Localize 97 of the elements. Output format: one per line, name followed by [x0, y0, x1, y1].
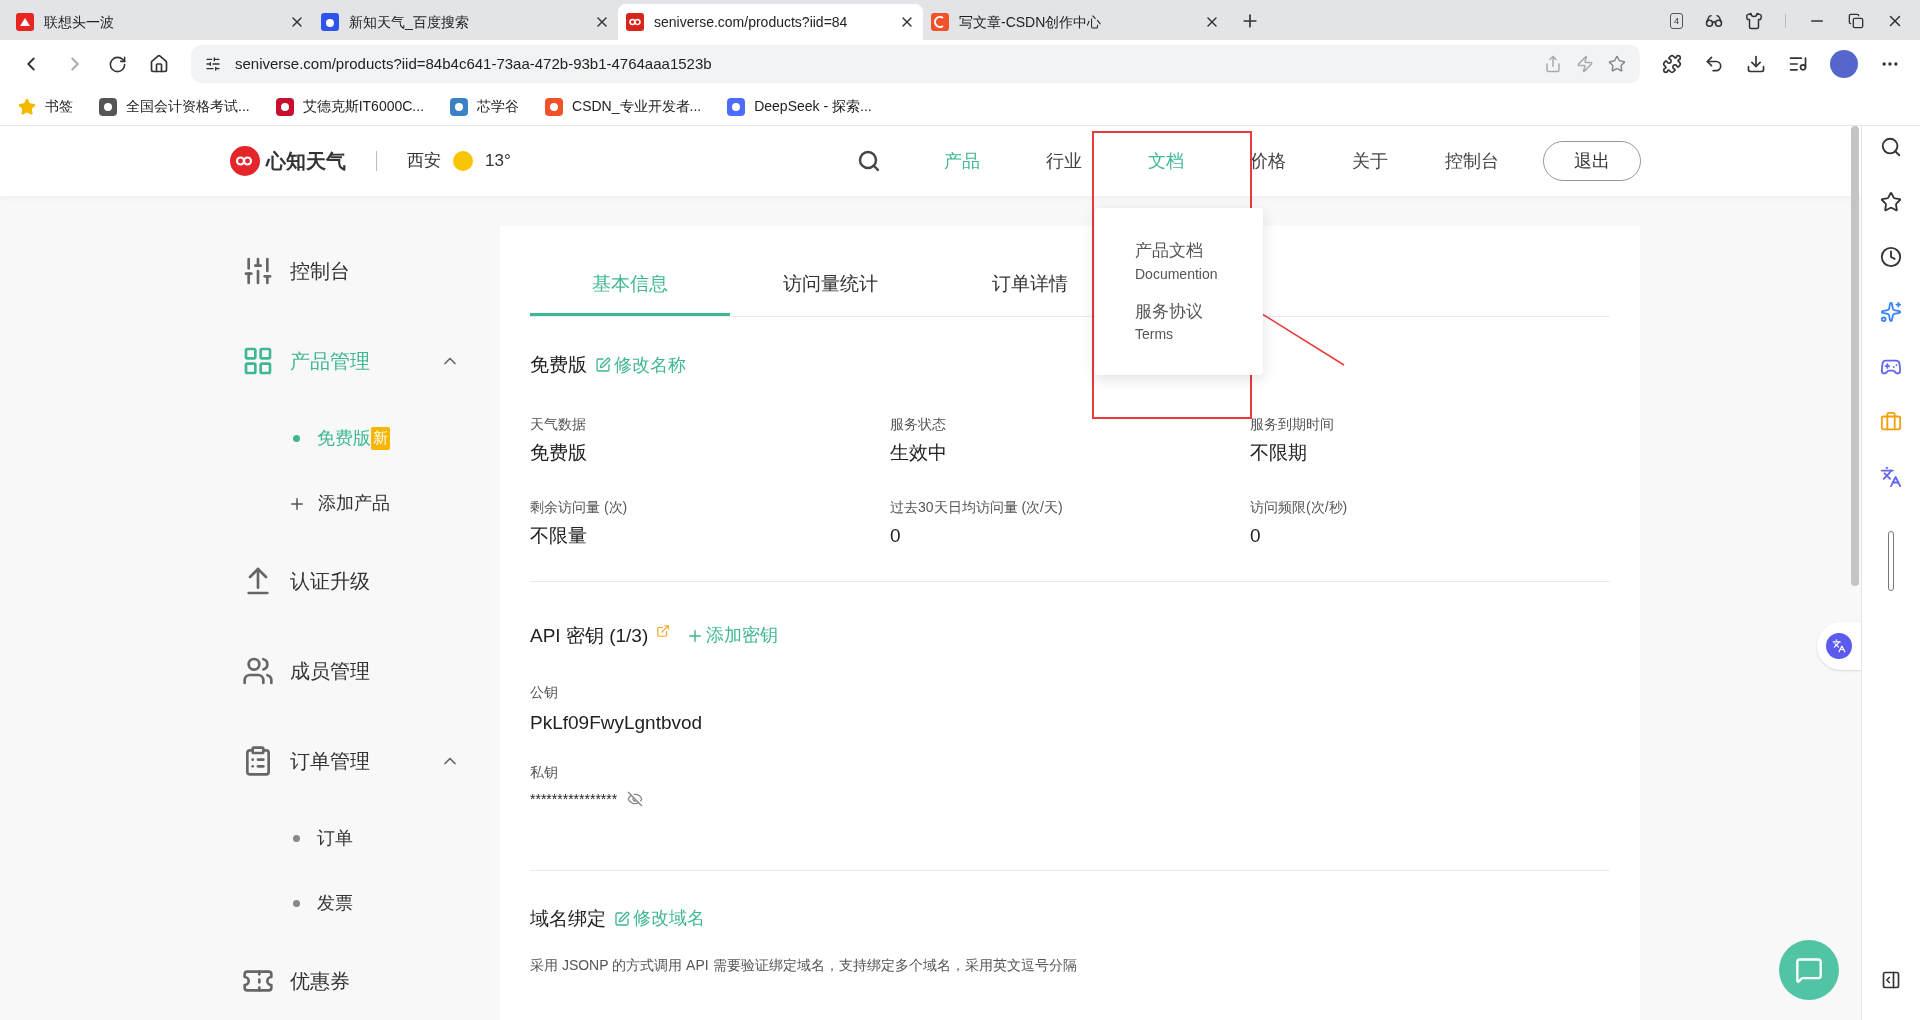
nav-link[interactable]: 行业 — [1046, 147, 1082, 175]
avatar-icon[interactable] — [1830, 50, 1858, 78]
bookmark-favicon-icon — [727, 97, 746, 116]
home-icon[interactable] — [149, 54, 169, 74]
sidebar-subitem[interactable]: 添加产品 — [242, 471, 500, 536]
site-favicon-icon — [321, 13, 339, 31]
public-key-value: PkLf09FwyLgntbvod — [530, 711, 704, 735]
field-label: 服务状态 — [890, 414, 947, 434]
product-title: 免费版 — [530, 353, 587, 377]
browser-tab[interactable]: 联想头一波 — [8, 4, 313, 40]
sidebar-item[interactable]: 订单管理 — [242, 716, 500, 806]
undo-icon[interactable] — [1704, 54, 1724, 74]
scroll-indicator — [1888, 531, 1894, 591]
edit-icon — [595, 357, 611, 374]
glasses-icon[interactable] — [1705, 12, 1723, 30]
nav-link[interactable]: 关于 — [1352, 147, 1388, 175]
search-icon[interactable] — [1880, 136, 1902, 158]
extensions-icon[interactable] — [1662, 54, 1682, 74]
download-icon[interactable] — [1746, 54, 1766, 74]
field-label: 过去30天日均访问量 (次/天) — [890, 498, 1064, 517]
field-value: 免费版 — [530, 440, 588, 465]
bookmark-favicon-icon — [450, 97, 469, 116]
site-favicon-icon — [626, 13, 644, 31]
field-label: 剩余访问量 (次) — [530, 498, 629, 517]
domain-note: 采用 JSONP 的方式调用 API 需要验证绑定域名，支持绑定多个域名，采用英文逗号分隔 — [530, 956, 1078, 975]
logo-icon — [230, 146, 260, 176]
ai-icon[interactable] — [1880, 301, 1902, 323]
field-value: 不限量 — [530, 524, 588, 548]
star-icon[interactable] — [1880, 191, 1902, 213]
translate-icon[interactable] — [1880, 466, 1902, 488]
field-label: 公钥 — [530, 683, 559, 702]
tab-title: seniverse.com/products?iid=84 — [654, 12, 849, 32]
field-value: 0 — [1250, 524, 1262, 548]
star-icon[interactable] — [1608, 55, 1626, 73]
bookmark-favicon-icon — [545, 97, 564, 116]
field-label: 私钥 — [530, 762, 559, 782]
edit-icon — [614, 910, 630, 927]
history-icon[interactable] — [1880, 246, 1902, 268]
star-icon — [18, 97, 36, 116]
sidebar-item[interactable]: 认证升级 — [242, 536, 500, 626]
temperature-label: 13° — [485, 150, 511, 173]
site-favicon-icon — [931, 13, 949, 31]
search-icon[interactable] — [857, 149, 881, 173]
field-value: 不限期 — [1250, 440, 1308, 465]
tab-title: 联想头一波 — [44, 12, 115, 32]
field-label: 服务到期时间 — [1250, 414, 1335, 434]
chat-icon — [1795, 956, 1823, 984]
nav-link[interactable]: 控制台 — [1445, 147, 1499, 175]
site-favicon-icon — [16, 13, 34, 31]
dropdown-item[interactable]: 服务协议 Terms — [1135, 298, 1223, 345]
sidebar-item-icon — [242, 345, 274, 377]
content-tab[interactable]: 访问量统计 — [730, 256, 930, 316]
logo-text: 心知天气 — [266, 149, 346, 174]
field-label: 天气数据 — [530, 414, 587, 434]
sidebar-subitem[interactable]: 订单 — [242, 806, 500, 871]
translate-bubble[interactable] — [1817, 622, 1861, 670]
restore-icon[interactable] — [1848, 13, 1864, 29]
site-settings-icon[interactable] — [205, 56, 221, 72]
bookmark-item[interactable]: DeepSeek - 探索... — [727, 96, 872, 117]
api-key-title: API 密钥 (1/3) — [530, 623, 649, 648]
sidebar-item[interactable]: 成员管理 — [242, 626, 500, 716]
sidebar-item-icon — [242, 655, 274, 687]
tab-count-badge[interactable]: 4 — [1670, 13, 1683, 29]
nav-link[interactable]: 价格 — [1250, 147, 1286, 175]
domain-title: 域名绑定 — [530, 906, 606, 931]
bookmark-favicon-icon — [275, 97, 294, 116]
bookmark-item[interactable]: 书签 — [18, 96, 73, 117]
address-text: seniverse.com/products?iid=84b4c641-73aa-472b-93b1-4764aaa1523b — [235, 53, 713, 74]
private-key-value: **************** — [530, 789, 618, 809]
bookmark-item[interactable]: 全国会计资格考试... — [99, 96, 250, 117]
sidebar-item[interactable]: 优惠券 — [242, 936, 500, 1020]
sidebar-subitem[interactable]: 发票 — [242, 871, 500, 936]
address-field[interactable]: seniverse.com/products?iid=84b4c641-73aa-472b-93b1-4764aaa1523b — [191, 45, 1640, 83]
translate-icon — [1832, 639, 1846, 653]
city-label: 西安 — [407, 150, 441, 173]
sun-icon — [453, 151, 473, 171]
dropdown-item[interactable]: 产品文档 Documention — [1135, 238, 1223, 285]
reload-icon[interactable] — [108, 54, 127, 74]
field-value: 0 — [890, 524, 902, 548]
shirt-icon[interactable] — [1745, 12, 1763, 30]
new-badge: 新 — [371, 427, 390, 450]
tab-title: 写文章-CSDN创作中心 — [959, 12, 1103, 32]
collapse-sidebar-icon[interactable] — [1881, 970, 1901, 990]
field-value: 生效中 — [890, 440, 948, 465]
playlist-icon[interactable] — [1788, 54, 1808, 74]
bookmark-favicon-icon — [99, 97, 117, 116]
sidebar-item-icon — [242, 255, 274, 287]
bookmark-item[interactable]: 芯学谷 — [450, 96, 520, 117]
tab-title: 新知天气_百度搜索 — [349, 12, 470, 32]
bookmark-item[interactable]: 艾德克斯IT6000C... — [275, 96, 425, 117]
bookmark-item[interactable]: CSDN_专业开发者... — [545, 96, 702, 117]
field-label: 访问频限(次/秒) — [1250, 498, 1349, 517]
browser-tab[interactable]: 新知天气_百度搜索 — [313, 4, 618, 40]
browser-tab[interactable]: seniverse.com/products?iid=84 — [618, 4, 923, 40]
sidebar-item[interactable]: 控制台 — [242, 226, 500, 316]
eye-off-icon[interactable] — [627, 791, 644, 807]
browser-tab[interactable]: 写文章-CSDN创作中心 — [923, 4, 1228, 40]
